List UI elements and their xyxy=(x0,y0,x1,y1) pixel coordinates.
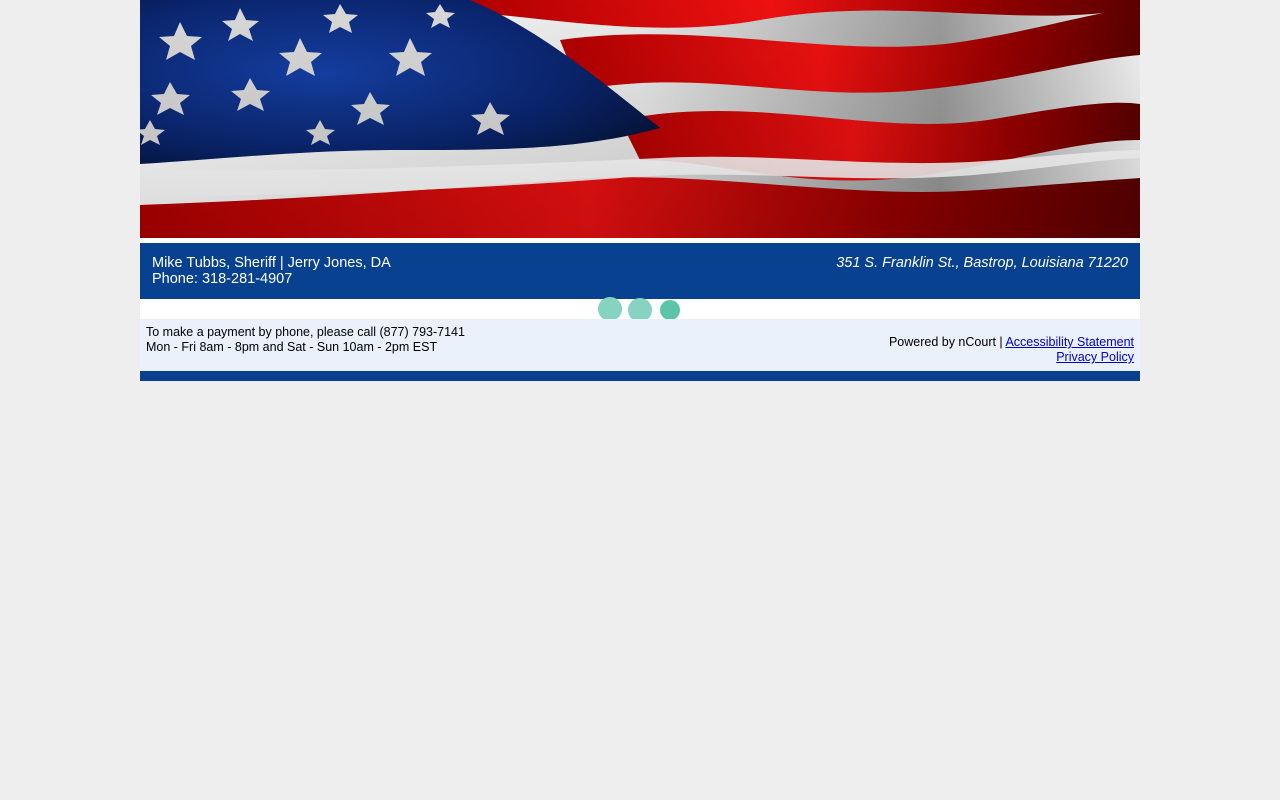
loading-indicator xyxy=(140,297,1140,322)
flag-image xyxy=(140,0,1140,238)
accessibility-statement-link[interactable]: Accessibility Statement xyxy=(1005,335,1134,349)
page-container: Mike Tubbs, Sheriff | Jerry Jones, DA Ph… xyxy=(140,0,1140,381)
officials-text: Mike Tubbs, Sheriff | Jerry Jones, DA xyxy=(152,255,391,271)
payment-hours-text: Mon - Fri 8am - 8pm and Sat - Sun 10am -… xyxy=(146,340,438,354)
address-text: 351 S. Franklin St., Bastrop, Louisiana … xyxy=(836,255,1128,271)
footer-links: Powered by nCourt | Accessibility Statem… xyxy=(889,335,1134,365)
agency-contact: Mike Tubbs, Sheriff | Jerry Jones, DA Ph… xyxy=(152,255,391,287)
payment-info: To make a payment by phone, please call … xyxy=(146,325,465,355)
powered-by-text: Powered by nCourt | xyxy=(888,335,1006,349)
loading-dot-icon xyxy=(598,297,622,321)
loading-dot-icon xyxy=(660,300,680,320)
footer: To make a payment by phone, please call … xyxy=(140,319,1140,371)
payment-phone-text: To make a payment by phone, please call … xyxy=(146,325,465,339)
footer-bottom-bar xyxy=(140,371,1140,381)
privacy-policy-link[interactable]: Privacy Policy xyxy=(1056,350,1134,364)
phone-text: Phone: 318-281-4907 xyxy=(152,271,293,287)
agency-info-bar: Mike Tubbs, Sheriff | Jerry Jones, DA Ph… xyxy=(140,243,1140,299)
american-flag-banner xyxy=(140,0,1140,238)
